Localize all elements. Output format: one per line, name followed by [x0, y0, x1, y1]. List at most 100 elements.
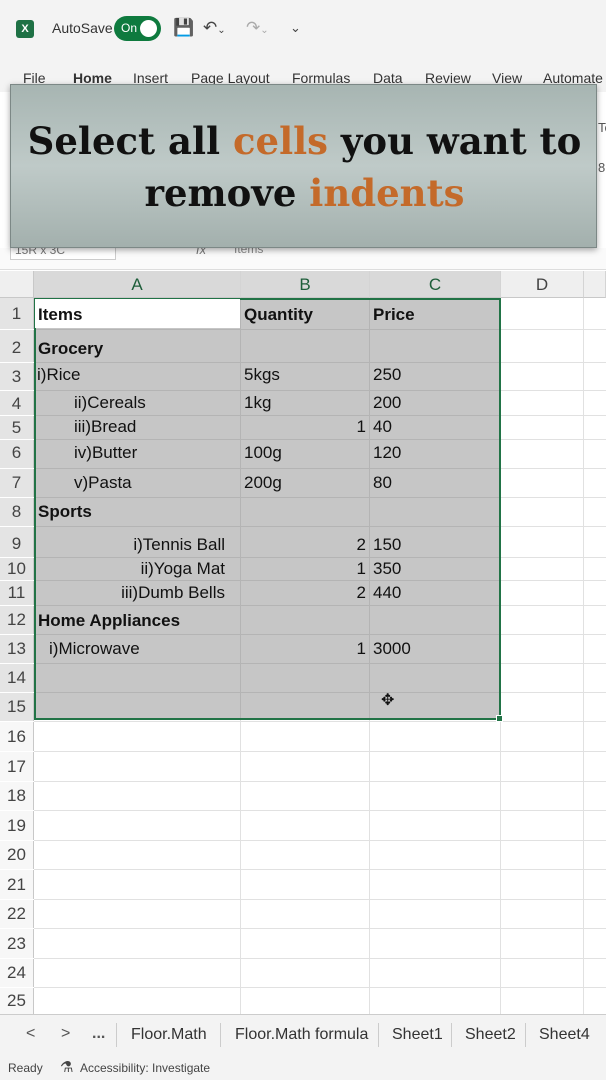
row-header[interactable]: 23: [0, 929, 34, 958]
grid-line: [34, 987, 606, 988]
row-header[interactable]: 16: [0, 722, 34, 751]
formula-input[interactable]: Items: [234, 248, 263, 256]
row-header[interactable]: 17: [0, 752, 34, 781]
select-all-corner[interactable]: [0, 271, 34, 298]
sheet-tab-floor-math[interactable]: Floor.Math: [131, 1026, 207, 1044]
grid-line: [34, 751, 606, 752]
cell-a5[interactable]: iii)Bread: [74, 417, 136, 437]
cell-a10[interactable]: ii)Yoga Mat: [36, 559, 225, 579]
sheet-tab-sheet1[interactable]: Sheet1: [392, 1026, 443, 1044]
redo-icon[interactable]: ↷⌄: [246, 17, 269, 42]
cell-a11[interactable]: iii)Dumb Bells: [36, 583, 225, 603]
row-header[interactable]: 6: [0, 440, 34, 468]
cell-c7[interactable]: 80: [373, 473, 392, 493]
row-header[interactable]: 7: [0, 469, 34, 497]
row-header[interactable]: 24: [0, 959, 34, 987]
cell-c6[interactable]: 120: [373, 443, 401, 463]
row-header[interactable]: 12: [0, 606, 34, 634]
cell-b5[interactable]: 1: [244, 417, 366, 437]
status-bar: Ready ⚗ Accessibility: Investigate: [0, 1054, 606, 1080]
row-header[interactable]: 20: [0, 841, 34, 869]
cell-c13[interactable]: 3000: [373, 639, 411, 659]
column-header-b[interactable]: B: [241, 271, 370, 298]
autosave-toggle[interactable]: On: [114, 16, 161, 41]
row-header[interactable]: 13: [0, 635, 34, 663]
row-header[interactable]: 18: [0, 782, 34, 810]
cell-b13[interactable]: 1: [244, 639, 366, 659]
column-header-a[interactable]: A: [34, 271, 241, 298]
cell-b10[interactable]: 1: [244, 559, 366, 579]
row-header[interactable]: 14: [0, 664, 34, 692]
grid-line: [34, 928, 606, 929]
row-header[interactable]: 22: [0, 900, 34, 928]
tab-separator: [220, 1023, 221, 1047]
row-header[interactable]: 9: [0, 527, 34, 557]
cell-b7[interactable]: 200g: [244, 473, 282, 493]
cell-c11[interactable]: 440: [373, 583, 401, 603]
cell-b1[interactable]: Quantity: [244, 305, 313, 325]
cell-a9[interactable]: i)Tennis Ball: [36, 535, 225, 555]
accessibility-status[interactable]: Accessibility: Investigate: [80, 1061, 210, 1075]
fill-handle[interactable]: [496, 715, 503, 722]
cell-c1[interactable]: Price: [373, 305, 415, 325]
cell-a7[interactable]: v)Pasta: [74, 473, 132, 493]
cell-c10[interactable]: 350: [373, 559, 401, 579]
cell-a12[interactable]: Home Appliances: [38, 611, 180, 631]
cell-b4[interactable]: 1kg: [244, 393, 271, 413]
banner-line2-accent: indents: [309, 171, 465, 215]
grid-line: [583, 298, 584, 1014]
cell-a1[interactable]: Items: [38, 305, 82, 325]
save-icon[interactable]: 💾: [173, 17, 194, 39]
sheet-tab-bar: < > ... Floor.Math Floor.Math formula Sh…: [0, 1014, 606, 1054]
cell-a13[interactable]: i)Microwave: [49, 639, 140, 659]
cell-c9[interactable]: 150: [373, 535, 401, 555]
accessibility-icon[interactable]: ⚗: [60, 1058, 73, 1076]
row-header[interactable]: 11: [0, 581, 34, 605]
banner-line1-accent: cells: [233, 119, 329, 163]
cell-c3[interactable]: 250: [373, 365, 401, 385]
next-sheet-button[interactable]: >: [61, 1025, 70, 1043]
customize-qat-icon[interactable]: ⌄: [290, 17, 301, 39]
cell-a2[interactable]: Grocery: [38, 339, 103, 359]
row-header[interactable]: 4: [0, 391, 34, 415]
grid-line: [34, 810, 606, 811]
cell-a8[interactable]: Sports: [38, 502, 92, 522]
row-header[interactable]: 15: [0, 693, 34, 721]
cell-b9[interactable]: 2: [244, 535, 366, 555]
row-header[interactable]: 2: [0, 330, 34, 362]
cell-b3[interactable]: 5kgs: [244, 365, 280, 385]
sheet-tab-floor-math-formula[interactable]: Floor.Math formula: [235, 1026, 368, 1044]
plus-cursor-icon: ✥: [381, 692, 395, 709]
sheet-tab-sheet2[interactable]: Sheet2: [465, 1026, 516, 1044]
cell-b11[interactable]: 2: [244, 583, 366, 603]
name-box[interactable]: 15R x 3C: [10, 248, 116, 260]
ribbon-edge-fragment: Te: [598, 120, 606, 135]
cell-c5[interactable]: 40: [373, 417, 392, 437]
cell-a6[interactable]: iv)Butter: [74, 443, 137, 463]
tab-separator: [525, 1023, 526, 1047]
column-header-e[interactable]: [584, 271, 606, 298]
column-header-d[interactable]: D: [501, 271, 584, 298]
cell-c4[interactable]: 200: [373, 393, 401, 413]
row-header[interactable]: 19: [0, 811, 34, 840]
row-header[interactable]: 8: [0, 498, 34, 526]
undo-icon[interactable]: ↶⌄: [203, 17, 226, 42]
row-header[interactable]: 3: [0, 363, 34, 390]
prev-sheet-button[interactable]: <: [26, 1025, 35, 1043]
row-header[interactable]: 1: [0, 298, 34, 329]
row-header[interactable]: 5: [0, 416, 34, 439]
more-sheets-button[interactable]: ...: [92, 1025, 105, 1043]
sheet-tab-sheet4[interactable]: Sheet4: [539, 1026, 590, 1044]
title-bar: X AutoSave On 💾 ↶⌄ ↷⌄ ⌄: [0, 0, 606, 58]
cell-a4[interactable]: ii)Cereals: [74, 393, 146, 413]
grid-line: [34, 958, 606, 959]
row-header[interactable]: 21: [0, 870, 34, 899]
cell-a3[interactable]: i)Rice: [37, 365, 80, 385]
row-header[interactable]: 10: [0, 558, 34, 580]
grid-line: [34, 869, 606, 870]
fx-icon[interactable]: fx: [196, 248, 206, 257]
column-header-c[interactable]: C: [370, 271, 501, 298]
cell-b6[interactable]: 100g: [244, 443, 282, 463]
row-header[interactable]: 25: [0, 988, 34, 1014]
tab-separator: [116, 1023, 117, 1047]
